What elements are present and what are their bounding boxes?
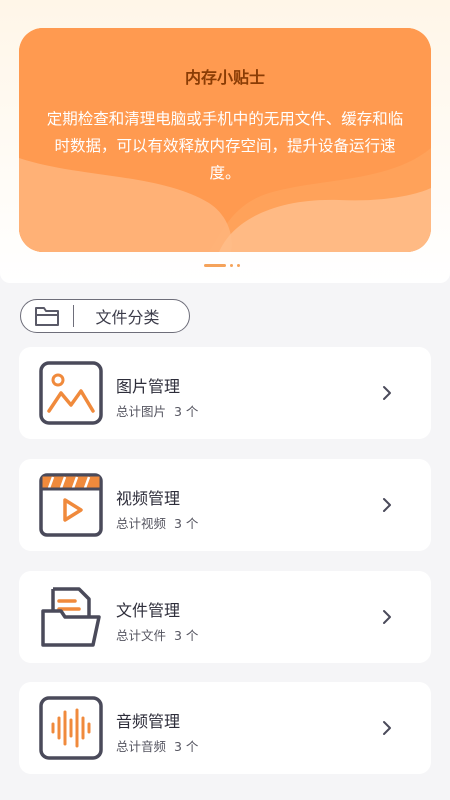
- chevron-right-icon: [383, 721, 391, 735]
- tips-banner-area: 内存小贴士 定期检查和清理电脑或手机中的无用文件、缓存和临时数据，可以有效释放内…: [0, 0, 450, 283]
- category-label: 文件分类: [95, 308, 160, 327]
- audio-manager-card[interactable]: 音频管理 总计音频 3 个: [19, 682, 431, 774]
- chevron-right-icon: [383, 498, 391, 512]
- memory-tip-card[interactable]: 内存小贴士 定期检查和清理电脑或手机中的无用文件、缓存和临时数据，可以有效释放内…: [19, 28, 431, 252]
- chevron-right-icon: [383, 610, 391, 624]
- image-manager-card[interactable]: 图片管理 总计图片 3 个: [19, 347, 431, 439]
- card-title: 音频管理: [116, 712, 181, 731]
- video-icon: [39, 473, 103, 537]
- document-manager-card[interactable]: 文件管理 总计文件 3 个: [19, 571, 431, 663]
- pager-dot[interactable]: [230, 263, 233, 267]
- pager-dot-active[interactable]: [204, 263, 226, 267]
- card-title: 视频管理: [116, 489, 181, 508]
- carousel-pager[interactable]: [204, 263, 240, 267]
- pager-dot[interactable]: [237, 263, 240, 267]
- folder-icon: [21, 300, 73, 332]
- card-subtitle: 总计图片 3 个: [116, 404, 199, 419]
- audio-icon: [39, 696, 103, 760]
- chevron-right-icon: [383, 386, 391, 400]
- card-subtitle: 总计视频 3 个: [116, 516, 199, 531]
- video-manager-card[interactable]: 视频管理 总计视频 3 个: [19, 459, 431, 551]
- file-category-tab[interactable]: 文件分类: [20, 299, 190, 333]
- image-icon: [39, 361, 103, 425]
- tip-title: 内存小贴士: [184, 68, 265, 87]
- card-title: 文件管理: [116, 601, 181, 620]
- card-subtitle: 总计文件 3 个: [116, 628, 199, 643]
- card-subtitle: 总计音频 3 个: [116, 739, 199, 754]
- card-title: 图片管理: [116, 377, 181, 396]
- document-icon: [39, 585, 103, 649]
- tip-body: 定期检查和清理电脑或手机中的无用文件、缓存和临时数据，可以有效释放内存空间，提升…: [46, 110, 404, 182]
